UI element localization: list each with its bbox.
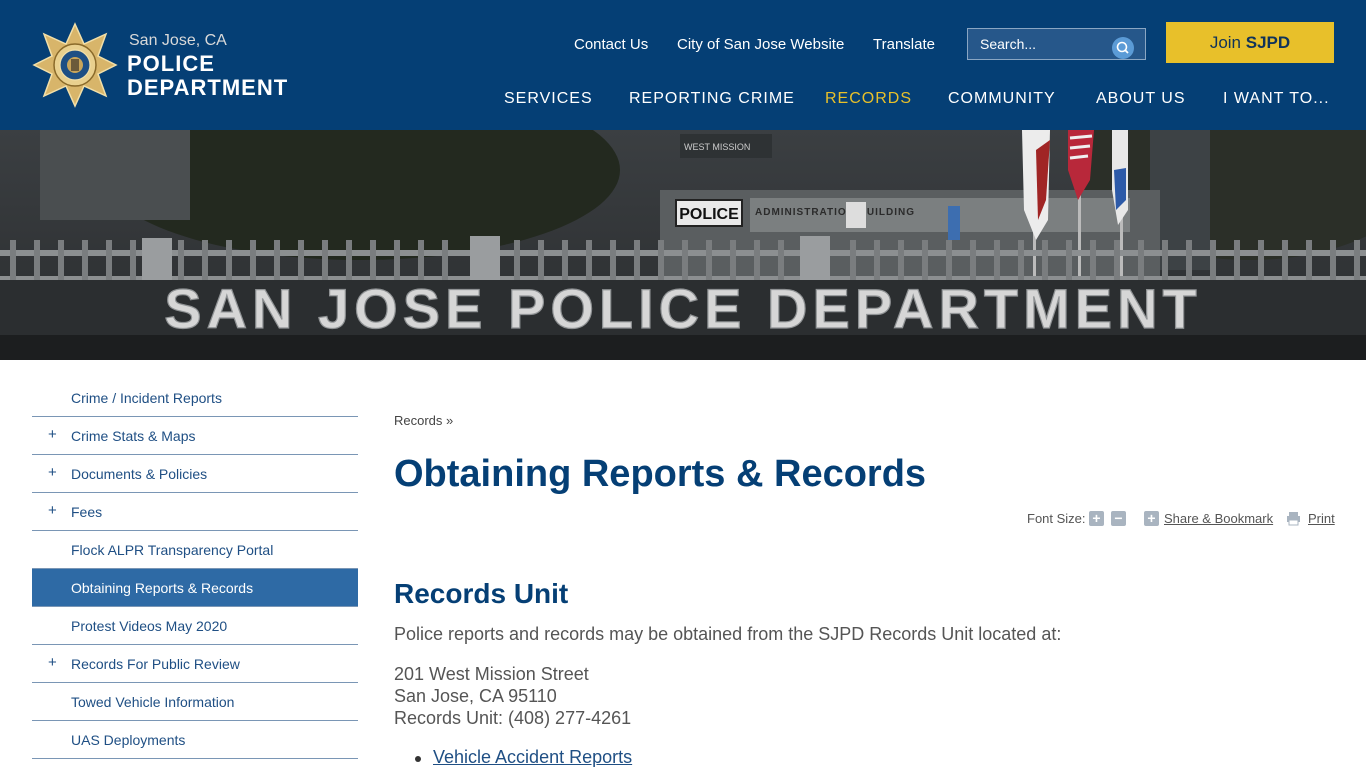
sidebar-item-obtaining-reports[interactable]: Obtaining Reports & Records [32, 569, 358, 607]
address-line-phone: Records Unit: (408) 277-4261 [394, 708, 632, 728]
expand-icon[interactable]: + [48, 654, 57, 671]
hero-image: POLICE ADMINISTRATION BUILDING WEST MISS… [0, 130, 1366, 360]
expand-icon[interactable]: + [48, 502, 57, 519]
logo-title-line1: POLICE [127, 51, 215, 76]
sidebar-item-crime-incident-reports[interactable]: Crime / Incident Reports [32, 379, 358, 417]
translate-link[interactable]: Translate [873, 36, 935, 53]
sidebar-item-fees[interactable]: + Fees [32, 493, 358, 531]
intro-paragraph: Police reports and records may be obtain… [394, 624, 1062, 644]
search-button[interactable] [1112, 37, 1134, 59]
building-police-sign: POLICE [679, 206, 739, 223]
expand-icon[interactable]: + [48, 464, 57, 481]
join-prefix: Join [1209, 33, 1246, 52]
search-box [967, 28, 1146, 60]
sidebar-item-documents-policies[interactable]: + Documents & Policies [32, 455, 358, 493]
address-line-city: San Jose, CA 95110 [394, 686, 557, 706]
join-sjpd-button[interactable]: Join SJPD [1166, 22, 1334, 63]
share-icon[interactable]: + [1144, 511, 1159, 526]
sidebar-item-label: Records For Public Review [71, 656, 240, 672]
sidebar-nav: Crime / Incident Reports + Crime Stats &… [32, 379, 358, 759]
font-size-label: Font Size: [1027, 511, 1086, 526]
hero-banner: POLICE ADMINISTRATION BUILDING WEST MISS… [0, 130, 1366, 360]
join-bold: SJPD [1245, 33, 1291, 52]
city-website-link[interactable]: City of San Jose Website [677, 36, 844, 53]
site-logo[interactable]: San Jose, CA POLICE DEPARTMENT [32, 22, 292, 108]
hero-sign-text: SAN JOSE POLICE DEPARTMENT [164, 277, 1202, 340]
police-badge-icon [32, 22, 118, 108]
print-link[interactable]: Print [1308, 511, 1335, 526]
nav-about-us[interactable]: ABOUT US [1096, 90, 1186, 108]
share-bookmark-link[interactable]: Share & Bookmark [1164, 511, 1273, 526]
nav-records[interactable]: RECORDS [825, 90, 912, 108]
sidebar-item-label: Fees [71, 504, 103, 520]
sidebar-item-label: Protest Videos May 2020 [71, 618, 228, 634]
site-header: San Jose, CA POLICE DEPARTMENT Contact U… [0, 0, 1366, 130]
building-text: ADMINISTRATION BUILDING [755, 207, 915, 218]
sidebar-item-records-public-review[interactable]: + Records For Public Review [32, 645, 358, 683]
logo-city: San Jose, CA [129, 32, 227, 49]
breadcrumb[interactable]: Records » [394, 413, 453, 428]
sidebar-item-label: Flock ALPR Transparency Portal [71, 542, 274, 558]
search-input[interactable] [968, 29, 1108, 59]
sidebar-item-label: Obtaining Reports & Records [71, 580, 254, 596]
sidebar-item-protest-videos[interactable]: Protest Videos May 2020 [32, 607, 358, 645]
print-icon[interactable] [1286, 511, 1301, 526]
logo-title-line2: DEPARTMENT [127, 75, 289, 100]
sidebar-item-label: Documents & Policies [71, 466, 208, 482]
sidebar-item-flock-alpr[interactable]: Flock ALPR Transparency Portal [32, 531, 358, 569]
sidebar-item-crime-stats-maps[interactable]: + Crime Stats & Maps [32, 417, 358, 455]
street-sign: WEST MISSION [684, 142, 750, 152]
vehicle-accident-reports-link[interactable]: Vehicle Accident Reports [433, 747, 632, 768]
nav-reporting-crime[interactable]: REPORTING CRIME [629, 90, 795, 108]
sidebar-item-label: Crime Stats & Maps [71, 428, 196, 444]
address-line-street: 201 West Mission Street [394, 664, 589, 684]
nav-community[interactable]: COMMUNITY [948, 90, 1056, 108]
font-increase-icon[interactable]: + [1089, 511, 1104, 526]
sidebar-item-label: Crime / Incident Reports [71, 390, 222, 406]
contact-us-link[interactable]: Contact Us [574, 36, 648, 53]
sidebar-item-label: UAS Deployments [71, 732, 186, 748]
expand-icon[interactable]: + [48, 426, 57, 443]
nav-services[interactable]: SERVICES [504, 90, 593, 108]
page-title: Obtaining Reports & Records [394, 453, 927, 495]
bullet-icon [415, 756, 421, 762]
section-title: Records Unit [394, 578, 569, 609]
nav-i-want-to[interactable]: I WANT TO... [1223, 90, 1330, 108]
search-icon [1116, 41, 1129, 54]
sidebar-item-label: Towed Vehicle Information [71, 694, 235, 710]
sidebar-item-uas-deployments[interactable]: UAS Deployments [32, 721, 358, 759]
sidebar-item-towed-vehicle[interactable]: Towed Vehicle Information [32, 683, 358, 721]
font-decrease-icon[interactable]: − [1111, 511, 1126, 526]
